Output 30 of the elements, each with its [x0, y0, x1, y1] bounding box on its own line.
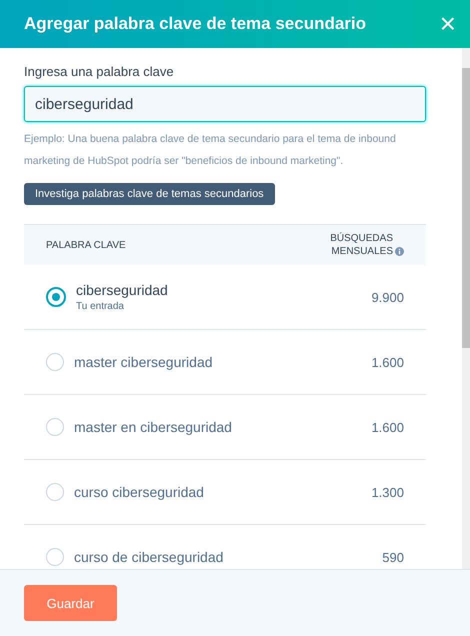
radio-button[interactable]: [46, 548, 64, 566]
keyword-text: master ciberseguridad: [74, 354, 214, 370]
hint-text: Ejemplo: Una buena palabra clave de tema secundario para el tema de inbound marketing de HubSpot podría ser "beneficios de inbound marketing".: [24, 132, 397, 169]
keyword-text: ciberseguridad: [76, 282, 169, 298]
radio-button[interactable]: [46, 287, 66, 307]
scrollbar-thumb[interactable]: [462, 68, 470, 348]
keyword-row[interactable]: master ciberseguridad 1.600: [24, 330, 426, 395]
field-label: Ingresa una palabra clave: [24, 64, 175, 79]
keyword-text: curso de ciberseguridad: [74, 549, 224, 565]
keyword-input-field[interactable]: ciberseguridad: [24, 86, 426, 122]
keyword-row[interactable]: master en ciberseguridad 1.600: [24, 395, 426, 460]
column-header: PALABRA CLAVE: [46, 240, 126, 250]
keyword-note: Tu entrada: [76, 301, 125, 312]
keyword-text: master en ciberseguridad: [74, 419, 233, 435]
radio-button[interactable]: [46, 483, 64, 501]
search-count: 1.600: [371, 354, 404, 370]
search-count: 9.900: [371, 290, 404, 304]
scrollbar[interactable]: [462, 48, 470, 569]
search-count: 590: [382, 550, 404, 564]
keyword-text: curso ciberseguridad: [74, 484, 205, 500]
research-button[interactable]: Investiga palabras clave de temas secundarios: [24, 183, 275, 205]
radio-button[interactable]: [46, 353, 64, 371]
column-header: BÚSQUEDAS MENSUALES: [329, 232, 393, 258]
keyword-row[interactable]: ciberseguridad Tu entrada 9.900: [24, 265, 426, 330]
info-icon[interactable]: [395, 247, 404, 256]
radio-button[interactable]: [46, 418, 64, 436]
keyword-row[interactable]: curso ciberseguridad 1.300: [24, 460, 426, 525]
search-count: 1.300: [371, 484, 404, 500]
search-count: 1.600: [371, 420, 404, 434]
dialog-title: Agregar palabra clave de tema secundario: [24, 14, 366, 34]
